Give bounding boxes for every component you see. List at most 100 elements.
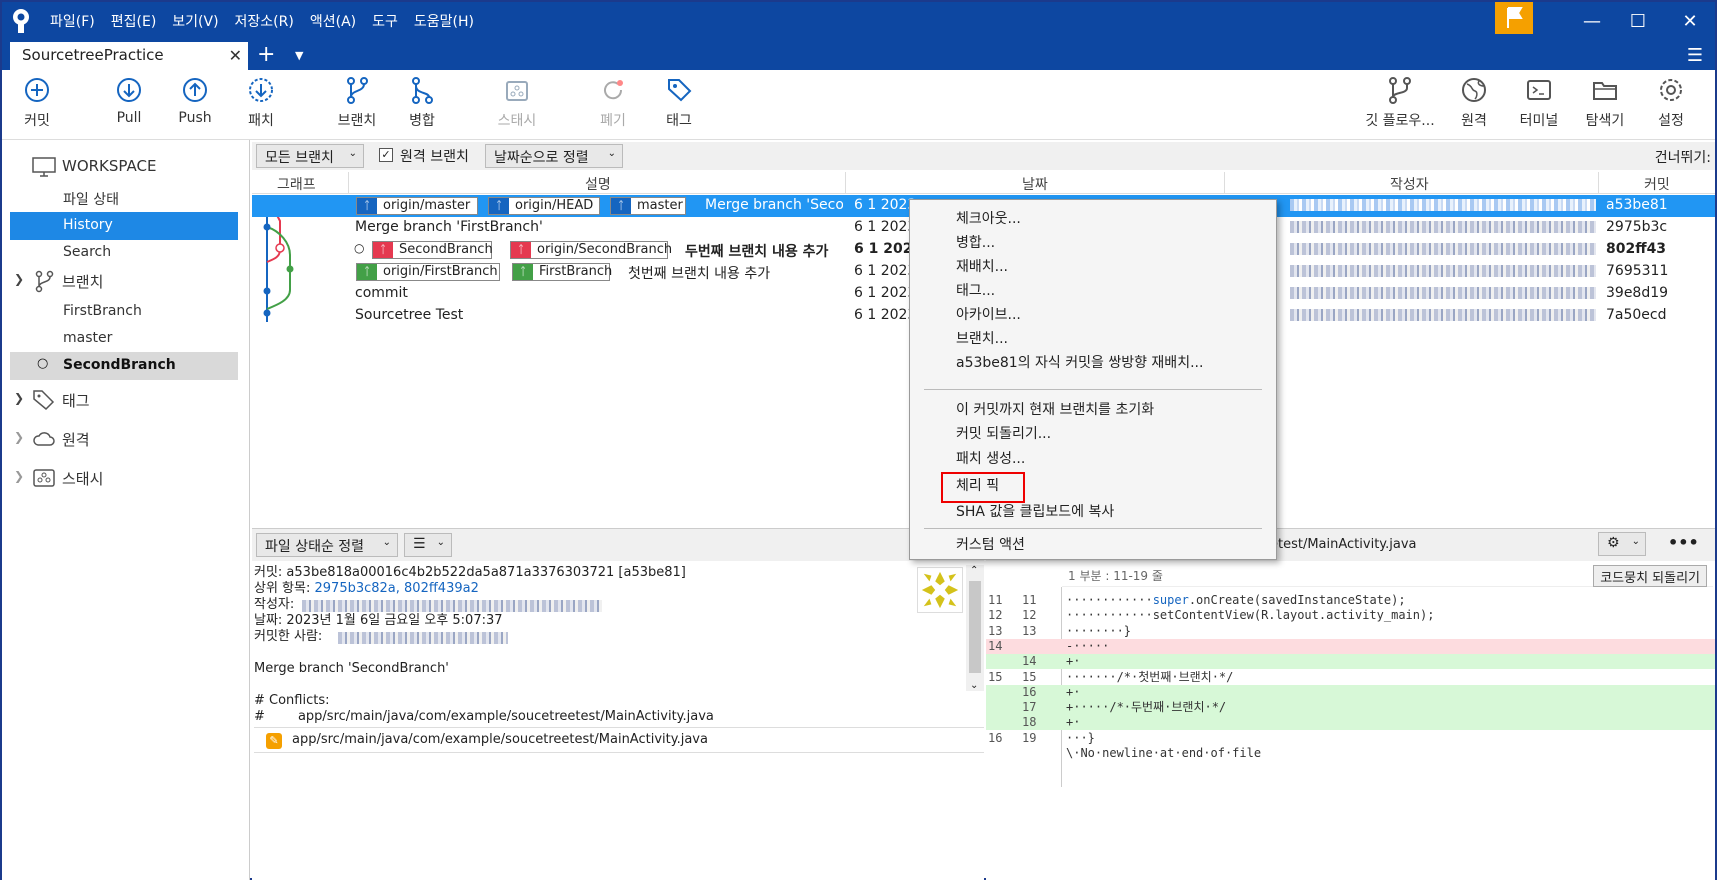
column-date[interactable]: 날짜 [1022, 174, 1048, 194]
column-divider[interactable] [845, 172, 846, 194]
menu-item-interactive-rebase[interactable]: a53be81의 자식 커밋을 쌍방향 재배치... [956, 352, 1203, 374]
chevron-down-icon: ⌄ [382, 537, 391, 548]
menu-item-custom-actions[interactable]: 커스텀 액션 [956, 534, 1025, 556]
pull-button[interactable]: Pull [94, 74, 164, 126]
scroll-down-icon[interactable]: ⌄ [970, 680, 978, 691]
new-line-number: 12 [1022, 608, 1037, 623]
chevron-right-icon[interactable]: ❯ [14, 430, 24, 444]
menu-item-copy-sha[interactable]: SHA 값을 클립보드에 복사 [956, 501, 1114, 523]
branch-button[interactable]: 브랜치 [322, 74, 392, 130]
scrollbar-thumb[interactable] [969, 581, 981, 673]
tag-icon [33, 390, 55, 411]
merge-label: 병합 [409, 113, 435, 129]
old-line-number: 16 [988, 730, 1003, 745]
branches-label: 브랜치 [62, 273, 104, 291]
stash-label: 스태시 [497, 113, 537, 129]
diff-settings-dropdown[interactable]: ⚙ ⌄ [1598, 532, 1646, 556]
tags-header[interactable]: ❯ 태그 [10, 385, 238, 415]
terminal-icon [1527, 80, 1551, 100]
branch-label: 브랜치 [337, 113, 377, 129]
column-divider[interactable] [1598, 172, 1599, 194]
remotes-header[interactable]: ❯ 원격 [10, 424, 238, 454]
discard-button[interactable]: 폐기 [578, 74, 648, 130]
parent-links[interactable]: 2975b3c82a, 802ff439a2 [315, 581, 479, 596]
stashes-header[interactable]: ❯ 스태시 [10, 463, 238, 493]
remote-button[interactable]: 원격 [1439, 74, 1509, 130]
more-options-icon[interactable]: ••• [1668, 533, 1699, 552]
column-divider[interactable] [348, 172, 349, 194]
chevron-down-icon[interactable]: ❯ [14, 272, 24, 286]
author-line: 작성자: [254, 597, 964, 613]
workspace-header: WORKSPACE [10, 152, 238, 182]
minimize-button[interactable]: — [1569, 2, 1615, 40]
diff-file-title: eetest/MainActivity.java [1262, 537, 1417, 552]
merge-button[interactable]: 병합 [387, 74, 457, 130]
sidebar-item-label: Search [63, 244, 112, 260]
explorer-icon [1593, 82, 1617, 100]
branches-header[interactable]: ❯ 브랜치 [10, 266, 238, 296]
menu-item-revert-commit[interactable]: 커밋 되돌리기... [956, 423, 1051, 445]
view-mode-dropdown[interactable]: ☰ ⌄ [404, 533, 452, 557]
stash-button[interactable]: 스태시 [482, 74, 552, 130]
branch-badge: ᛏ origin/FirstBranch [356, 263, 500, 281]
menu-item-branch[interactable]: 브랜치... [956, 328, 1008, 350]
changed-file-row[interactable]: ✎ app/src/main/java/com/example/soucetre… [254, 727, 984, 753]
file-sort-dropdown[interactable]: 파일 상태순 정렬 ⌄ [256, 533, 398, 557]
scroll-up-icon[interactable]: ⌃ [970, 565, 978, 576]
menu-item-reset-branch[interactable]: 이 커밋까지 현재 브랜치를 초기화 [956, 399, 1154, 421]
menu-tools[interactable]: 도구 [372, 11, 398, 31]
menu-help[interactable]: 도움말(H) [414, 11, 474, 31]
close-tab-icon[interactable]: ✕ [229, 46, 242, 65]
menu-item-checkout[interactable]: 체크아웃... [956, 208, 1021, 230]
branch-filter-dropdown[interactable]: 모든 브랜치 ⌄ [256, 144, 364, 168]
revert-hunk-button[interactable]: 코드뭉치 되돌리기 [1593, 565, 1707, 587]
code-text: +· [1066, 684, 1081, 699]
settings-button[interactable]: 설정 [1636, 74, 1706, 130]
commit-label: 커밋 [24, 113, 50, 129]
explorer-button[interactable]: 탐색기 [1570, 74, 1640, 130]
maximize-button[interactable]: ☐ [1615, 2, 1661, 40]
chevron-right-icon[interactable]: ❯ [14, 469, 24, 483]
column-author[interactable]: 작성자 [1390, 174, 1429, 194]
sidebar-item-search[interactable]: Search [10, 239, 238, 267]
sidebar-item-file-status[interactable]: 파일 상태 [10, 184, 238, 212]
remote-branches-checkbox[interactable]: ✓ [379, 148, 393, 162]
menu-view[interactable]: 보기(V) [172, 11, 218, 31]
close-window-button[interactable]: ✕ [1667, 2, 1713, 40]
terminal-button[interactable]: 터미널 [1504, 74, 1574, 130]
menu-item-rebase[interactable]: 재배치... [956, 256, 1008, 278]
committer-line: 커밋한 사람: [254, 629, 964, 645]
diff-code: +·····/*·두번째·브랜치·*/ [1066, 700, 1226, 715]
menu-actions[interactable]: 액션(A) [310, 11, 356, 31]
tab-dropdown-icon[interactable]: ▼ [295, 49, 303, 62]
column-description[interactable]: 설명 [585, 174, 611, 194]
new-tab-button[interactable]: + [257, 42, 275, 67]
sort-dropdown[interactable]: 날짜순으로 정렬 ⌄ [485, 144, 623, 168]
menu-edit[interactable]: 편집(E) [111, 11, 157, 31]
tag-button[interactable]: 태그 [644, 74, 714, 130]
parents-line: 상위 항목: 2975b3c82a, 802ff439a2 [254, 581, 964, 597]
menu-item-archive[interactable]: 아카이브... [956, 304, 1021, 326]
commit-button[interactable]: 커밋 [2, 74, 72, 130]
committer-redacted [338, 632, 508, 644]
sidebar-branch-secondbranch[interactable]: ○ SecondBranch [10, 352, 238, 380]
menu-item-tag[interactable]: 태그... [956, 280, 995, 302]
hamburger-menu-icon[interactable]: ☰ [1687, 45, 1703, 66]
menu-item-create-patch[interactable]: 패치 생성... [956, 448, 1025, 470]
menu-item-merge[interactable]: 병합... [956, 232, 995, 254]
sidebar-branch-firstbranch[interactable]: FirstBranch [10, 298, 238, 326]
column-graph[interactable]: 그래프 [277, 174, 316, 194]
column-commit[interactable]: 커밋 [1644, 174, 1670, 194]
notification-flag-button[interactable] [1495, 2, 1533, 34]
fetch-button[interactable]: 패치 [226, 74, 296, 130]
sidebar-item-history[interactable]: History [10, 212, 238, 240]
tab-repository[interactable]: SourcetreePractice ✕ [10, 42, 248, 70]
menu-file[interactable]: 파일(F) [50, 11, 95, 31]
menu-repository[interactable]: 저장소(R) [235, 11, 294, 31]
push-button[interactable]: Push [160, 74, 230, 126]
column-divider[interactable] [1224, 172, 1225, 194]
details-scrollbar[interactable]: ⌃ ⌄ [966, 565, 984, 691]
sidebar-branch-master[interactable]: master [10, 325, 238, 353]
chevron-down-icon[interactable]: ❯ [14, 391, 24, 405]
git-flow-button[interactable]: 깃 플로우... [1363, 74, 1437, 130]
